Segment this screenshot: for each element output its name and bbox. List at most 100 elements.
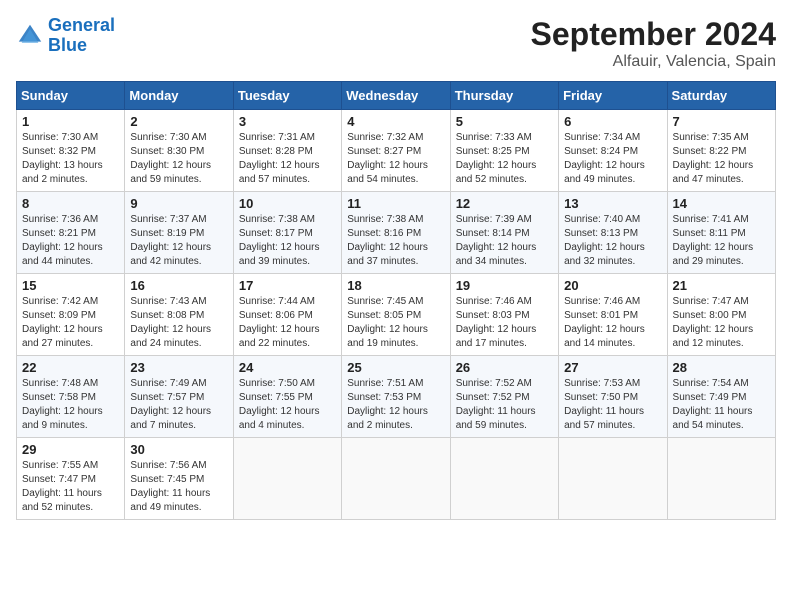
calendar-cell: 16 Sunrise: 7:43 AMSunset: 8:08 PMDayligh…	[125, 274, 233, 356]
day-number: 6	[564, 114, 661, 129]
col-thursday: Thursday	[450, 82, 558, 110]
calendar-cell: 27 Sunrise: 7:53 AMSunset: 7:50 PMDayligh…	[559, 356, 667, 438]
day-number: 12	[456, 196, 553, 211]
cell-info: Sunrise: 7:39 AMSunset: 8:14 PMDaylight:…	[456, 214, 537, 267]
day-number: 4	[347, 114, 444, 129]
cell-info: Sunrise: 7:35 AMSunset: 8:22 PMDaylight:…	[673, 132, 754, 185]
day-number: 29	[22, 442, 119, 457]
cell-info: Sunrise: 7:48 AMSunset: 7:58 PMDaylight:…	[22, 378, 103, 431]
col-saturday: Saturday	[667, 82, 775, 110]
page-header: General Blue September 2024 Alfauir, Val…	[16, 16, 776, 71]
calendar-cell: 29 Sunrise: 7:55 AMSunset: 7:47 PMDayligh…	[17, 438, 125, 520]
logo-icon	[16, 22, 44, 50]
calendar-cell: 8Sunrise: 7:36 AMSunset: 8:21 PMDaylight…	[17, 192, 125, 274]
cell-info: Sunrise: 7:46 AMSunset: 8:03 PMDaylight:…	[456, 296, 537, 349]
calendar-cell: 20 Sunrise: 7:46 AMSunset: 8:01 PMDayligh…	[559, 274, 667, 356]
cell-info: Sunrise: 7:33 AMSunset: 8:25 PMDaylight:…	[456, 132, 537, 185]
calendar-cell: 11Sunrise: 7:38 AMSunset: 8:16 PMDayligh…	[342, 192, 450, 274]
calendar-cell: 1Sunrise: 7:30 AMSunset: 8:32 PMDaylight…	[17, 110, 125, 192]
day-number: 7	[673, 114, 770, 129]
calendar-cell: 24 Sunrise: 7:50 AMSunset: 7:55 PMDayligh…	[233, 356, 341, 438]
calendar-week-row: 29 Sunrise: 7:55 AMSunset: 7:47 PMDayligh…	[17, 438, 776, 520]
calendar-cell	[559, 438, 667, 520]
cell-info: Sunrise: 7:50 AMSunset: 7:55 PMDaylight:…	[239, 378, 320, 431]
cell-info: Sunrise: 7:46 AMSunset: 8:01 PMDaylight:…	[564, 296, 645, 349]
calendar-cell: 13Sunrise: 7:40 AMSunset: 8:13 PMDayligh…	[559, 192, 667, 274]
calendar-cell: 7 Sunrise: 7:35 AMSunset: 8:22 PMDaylight…	[667, 110, 775, 192]
cell-info: Sunrise: 7:45 AMSunset: 8:05 PMDaylight:…	[347, 296, 428, 349]
cell-info: Sunrise: 7:41 AMSunset: 8:11 PMDaylight:…	[673, 214, 754, 267]
day-number: 25	[347, 360, 444, 375]
day-number: 15	[22, 278, 119, 293]
calendar-cell: 17Sunrise: 7:44 AMSunset: 8:06 PMDayligh…	[233, 274, 341, 356]
calendar-week-row: 8Sunrise: 7:36 AMSunset: 8:21 PMDaylight…	[17, 192, 776, 274]
calendar-cell: 30 Sunrise: 7:56 AMSunset: 7:45 PMDayligh…	[125, 438, 233, 520]
calendar-cell: 18 Sunrise: 7:45 AMSunset: 8:05 PMDayligh…	[342, 274, 450, 356]
calendar-cell: 9 Sunrise: 7:37 AMSunset: 8:19 PMDaylight…	[125, 192, 233, 274]
cell-info: Sunrise: 7:37 AMSunset: 8:19 PMDaylight:…	[130, 214, 211, 267]
day-number: 26	[456, 360, 553, 375]
day-number: 23	[130, 360, 227, 375]
day-number: 18	[347, 278, 444, 293]
col-wednesday: Wednesday	[342, 82, 450, 110]
calendar-cell	[342, 438, 450, 520]
logo-text: General Blue	[48, 16, 115, 56]
calendar-cell: 6 Sunrise: 7:34 AMSunset: 8:24 PMDaylight…	[559, 110, 667, 192]
day-number: 22	[22, 360, 119, 375]
day-number: 16	[130, 278, 227, 293]
day-number: 8	[22, 196, 119, 211]
cell-info: Sunrise: 7:53 AMSunset: 7:50 PMDaylight:…	[564, 378, 644, 431]
calendar-cell: 12 Sunrise: 7:39 AMSunset: 8:14 PMDayligh…	[450, 192, 558, 274]
cell-info: Sunrise: 7:40 AMSunset: 8:13 PMDaylight:…	[564, 214, 645, 267]
cell-info: Sunrise: 7:42 AMSunset: 8:09 PMDaylight:…	[22, 296, 103, 349]
calendar-week-row: 15 Sunrise: 7:42 AMSunset: 8:09 PMDayligh…	[17, 274, 776, 356]
cell-info: Sunrise: 7:51 AMSunset: 7:53 PMDaylight:…	[347, 378, 428, 431]
header-row: Sunday Monday Tuesday Wednesday Thursday…	[17, 82, 776, 110]
calendar-cell: 26 Sunrise: 7:52 AMSunset: 7:52 PMDayligh…	[450, 356, 558, 438]
calendar-cell: 4 Sunrise: 7:32 AMSunset: 8:27 PMDaylight…	[342, 110, 450, 192]
month-title: September 2024	[531, 16, 776, 53]
col-tuesday: Tuesday	[233, 82, 341, 110]
calendar-cell: 28Sunrise: 7:54 AMSunset: 7:49 PMDayligh…	[667, 356, 775, 438]
day-number: 27	[564, 360, 661, 375]
title-block: September 2024 Alfauir, Valencia, Spain	[531, 16, 776, 71]
cell-info: Sunrise: 7:47 AMSunset: 8:00 PMDaylight:…	[673, 296, 754, 349]
location: Alfauir, Valencia, Spain	[531, 53, 776, 71]
day-number: 9	[130, 196, 227, 211]
calendar-week-row: 22 Sunrise: 7:48 AMSunset: 7:58 PMDayligh…	[17, 356, 776, 438]
calendar-cell	[667, 438, 775, 520]
logo: General Blue	[16, 16, 115, 56]
cell-info: Sunrise: 7:43 AMSunset: 8:08 PMDaylight:…	[130, 296, 211, 349]
calendar-cell: 15 Sunrise: 7:42 AMSunset: 8:09 PMDayligh…	[17, 274, 125, 356]
cell-info: Sunrise: 7:49 AMSunset: 7:57 PMDaylight:…	[130, 378, 211, 431]
day-number: 5	[456, 114, 553, 129]
cell-info: Sunrise: 7:55 AMSunset: 7:47 PMDaylight:…	[22, 460, 102, 513]
day-number: 20	[564, 278, 661, 293]
calendar-cell: 21 Sunrise: 7:47 AMSunset: 8:00 PMDayligh…	[667, 274, 775, 356]
day-number: 19	[456, 278, 553, 293]
day-number: 10	[239, 196, 336, 211]
calendar-cell: 3Sunrise: 7:31 AMSunset: 8:28 PMDaylight…	[233, 110, 341, 192]
day-number: 11	[347, 196, 444, 211]
cell-info: Sunrise: 7:38 AMSunset: 8:17 PMDaylight:…	[239, 214, 320, 267]
calendar-table: Sunday Monday Tuesday Wednesday Thursday…	[16, 81, 776, 520]
calendar-cell: 19 Sunrise: 7:46 AMSunset: 8:03 PMDayligh…	[450, 274, 558, 356]
day-number: 2	[130, 114, 227, 129]
calendar-cell: 23 Sunrise: 7:49 AMSunset: 7:57 PMDayligh…	[125, 356, 233, 438]
day-number: 1	[22, 114, 119, 129]
col-monday: Monday	[125, 82, 233, 110]
day-number: 24	[239, 360, 336, 375]
calendar-cell: 2Sunrise: 7:30 AMSunset: 8:30 PMDaylight…	[125, 110, 233, 192]
calendar-cell: 22 Sunrise: 7:48 AMSunset: 7:58 PMDayligh…	[17, 356, 125, 438]
cell-info: Sunrise: 7:52 AMSunset: 7:52 PMDaylight:…	[456, 378, 536, 431]
col-sunday: Sunday	[17, 82, 125, 110]
cell-info: Sunrise: 7:32 AMSunset: 8:27 PMDaylight:…	[347, 132, 428, 185]
day-number: 21	[673, 278, 770, 293]
cell-info: Sunrise: 7:44 AMSunset: 8:06 PMDaylight:…	[239, 296, 320, 349]
cell-info: Sunrise: 7:56 AMSunset: 7:45 PMDaylight:…	[130, 460, 210, 513]
cell-info: Sunrise: 7:34 AMSunset: 8:24 PMDaylight:…	[564, 132, 645, 185]
col-friday: Friday	[559, 82, 667, 110]
calendar-cell: 25 Sunrise: 7:51 AMSunset: 7:53 PMDayligh…	[342, 356, 450, 438]
day-number: 30	[130, 442, 227, 457]
calendar-cell	[233, 438, 341, 520]
